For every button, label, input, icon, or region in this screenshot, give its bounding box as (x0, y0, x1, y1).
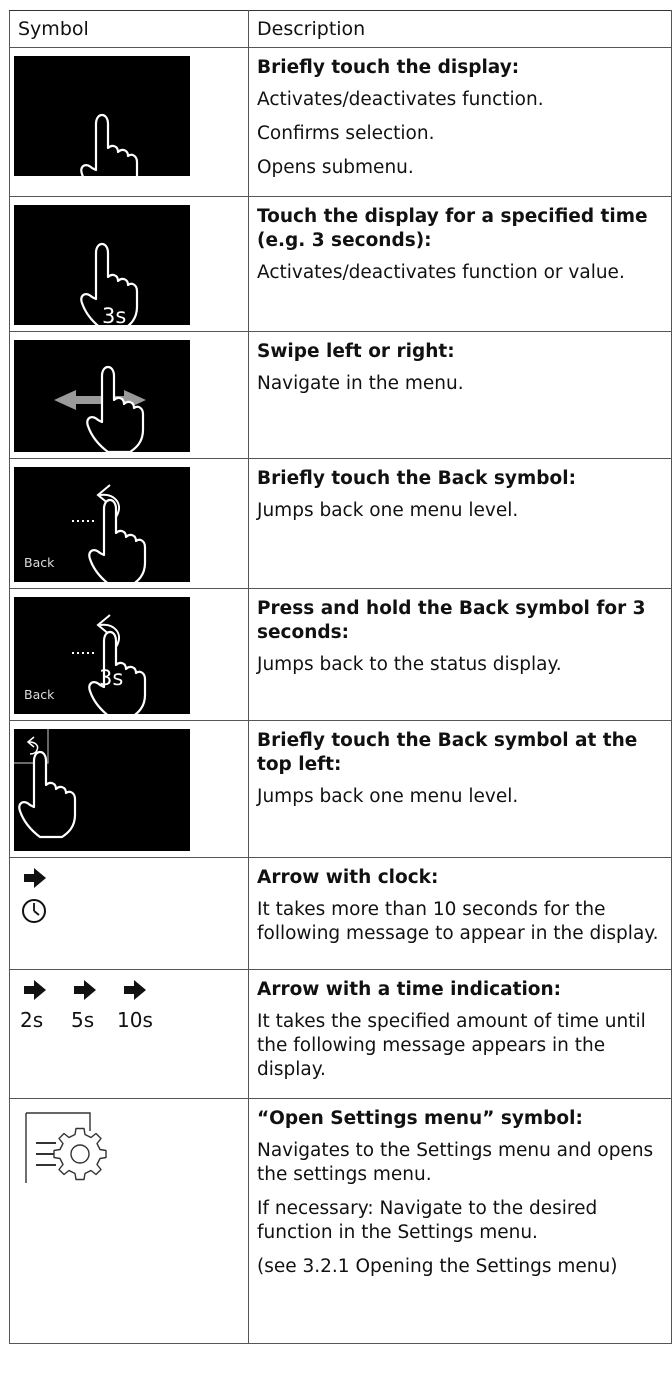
symbol-cell: 2s 5s 10s (9, 969, 249, 1099)
gear-icon (53, 1127, 107, 1181)
row-title: Arrow with a time indication: (257, 979, 562, 1000)
row-line: Opens submenu. (257, 157, 414, 178)
table-row: Briefly touch the Back symbol at the top… (9, 720, 672, 858)
row-title: Arrow with clock: (257, 867, 439, 888)
display-screen (14, 56, 190, 176)
back-label: Back (24, 555, 55, 570)
symbol-cell (9, 1098, 249, 1344)
touch-hold-hand-icon: 3s (80, 242, 139, 325)
display-screen (14, 729, 190, 851)
row-line: It takes more than 10 seconds for the fo… (257, 899, 659, 944)
row-line: If necessary: Navigate to the desired fu… (257, 1198, 598, 1243)
table-header-row: Symbol Description (9, 10, 672, 48)
arrow-clock-symbol (22, 868, 46, 923)
swipe-hand-icon (54, 365, 146, 452)
description-cell: Arrow with clock: It takes more than 10 … (248, 857, 672, 970)
description-cell: Touch the display for a specified time (… (248, 196, 672, 332)
symbol-cell: Back (9, 458, 249, 589)
table-row: Briefly touch the display: Activates/dea… (9, 47, 672, 197)
description-cell: “Open Settings menu” symbol: Navigates t… (248, 1098, 672, 1344)
arrow-times-symbol: 2s 5s 10s (14, 978, 214, 1048)
arrow-right-icon (24, 868, 46, 888)
hold-duration-label: 3s (102, 304, 126, 325)
row-line: Confirms selection. (257, 123, 435, 144)
display-screen (14, 340, 190, 452)
table-row: Arrow with clock: It takes more than 10 … (9, 857, 672, 970)
time-label: 5s (71, 1008, 95, 1032)
settings-menu-icon (25, 1112, 107, 1183)
hold-duration-label: 3s (99, 666, 123, 690)
touch-hand-icon (80, 113, 139, 176)
time-label: 10s (117, 1008, 153, 1032)
table-row: “Open Settings menu” symbol: Navigates t… (9, 1098, 672, 1344)
symbol-cell: 3s Back (9, 588, 249, 721)
description-cell: Briefly touch the display: Activates/dea… (248, 47, 672, 197)
symbol-cell (9, 331, 249, 459)
table-row: Swipe left or right: Navigate in the men… (9, 331, 672, 459)
display-screen: 3s Back (14, 597, 190, 714)
symbol-cell (9, 47, 249, 197)
row-line: Activates/deactivates function. (257, 89, 544, 110)
row-line: Activates/deactivates function or value. (257, 262, 625, 283)
display-screen: Back (14, 467, 190, 582)
row-line: (see 3.2.1 Opening the Settings menu) (257, 1256, 618, 1277)
column-header-description: Description (248, 10, 672, 48)
back-label: Back (24, 687, 55, 702)
row-title: Swipe left or right: (257, 341, 455, 362)
row-title: Briefly touch the Back symbol at the top… (257, 730, 638, 775)
row-title: Press and hold the Back symbol for 3 sec… (257, 598, 646, 643)
back-top-left-icon (14, 729, 77, 839)
symbol-cell: 3s (9, 196, 249, 332)
table-row: 3s Touch the display for a specified tim… (9, 196, 672, 332)
row-title: Briefly touch the Back symbol: (257, 468, 576, 489)
clock-icon (22, 899, 46, 923)
row-title: Touch the display for a specified time (… (257, 206, 648, 251)
description-cell: Press and hold the Back symbol for 3 sec… (248, 588, 672, 721)
arrow-right-icons (24, 980, 146, 1000)
row-title: “Open Settings menu” symbol: (257, 1108, 583, 1129)
description-cell: Swipe left or right: Navigate in the men… (248, 331, 672, 459)
description-cell: Arrow with a time indication: It takes t… (248, 969, 672, 1099)
symbol-cell (9, 720, 249, 858)
table-row: Back Briefly touch the Back symbol: Jump… (9, 458, 672, 589)
table-row: 3s Back Press and hold the Back symbol f… (9, 588, 672, 721)
row-line: Navigate in the menu. (257, 373, 464, 394)
row-line: Jumps back to the status display. (257, 654, 562, 675)
row-line: Jumps back one menu level. (257, 786, 519, 807)
symbol-table: Symbol Description Briefly touch the dis… (9, 10, 672, 1344)
description-cell: Briefly touch the Back symbol at the top… (248, 720, 672, 858)
symbol-cell (9, 857, 249, 970)
description-cell: Briefly touch the Back symbol: Jumps bac… (248, 458, 672, 589)
display-screen: 3s (14, 205, 190, 325)
row-line: Navigates to the Settings menu and opens… (257, 1140, 654, 1185)
row-title: Briefly touch the display: (257, 57, 520, 78)
time-label: 2s (20, 1008, 44, 1032)
row-line: Jumps back one menu level. (257, 500, 519, 521)
row-line: It takes the specified amount of time un… (257, 1011, 646, 1080)
table-row: 2s 5s 10s Arrow with a time indication: … (9, 969, 672, 1099)
column-header-symbol: Symbol (9, 10, 249, 48)
